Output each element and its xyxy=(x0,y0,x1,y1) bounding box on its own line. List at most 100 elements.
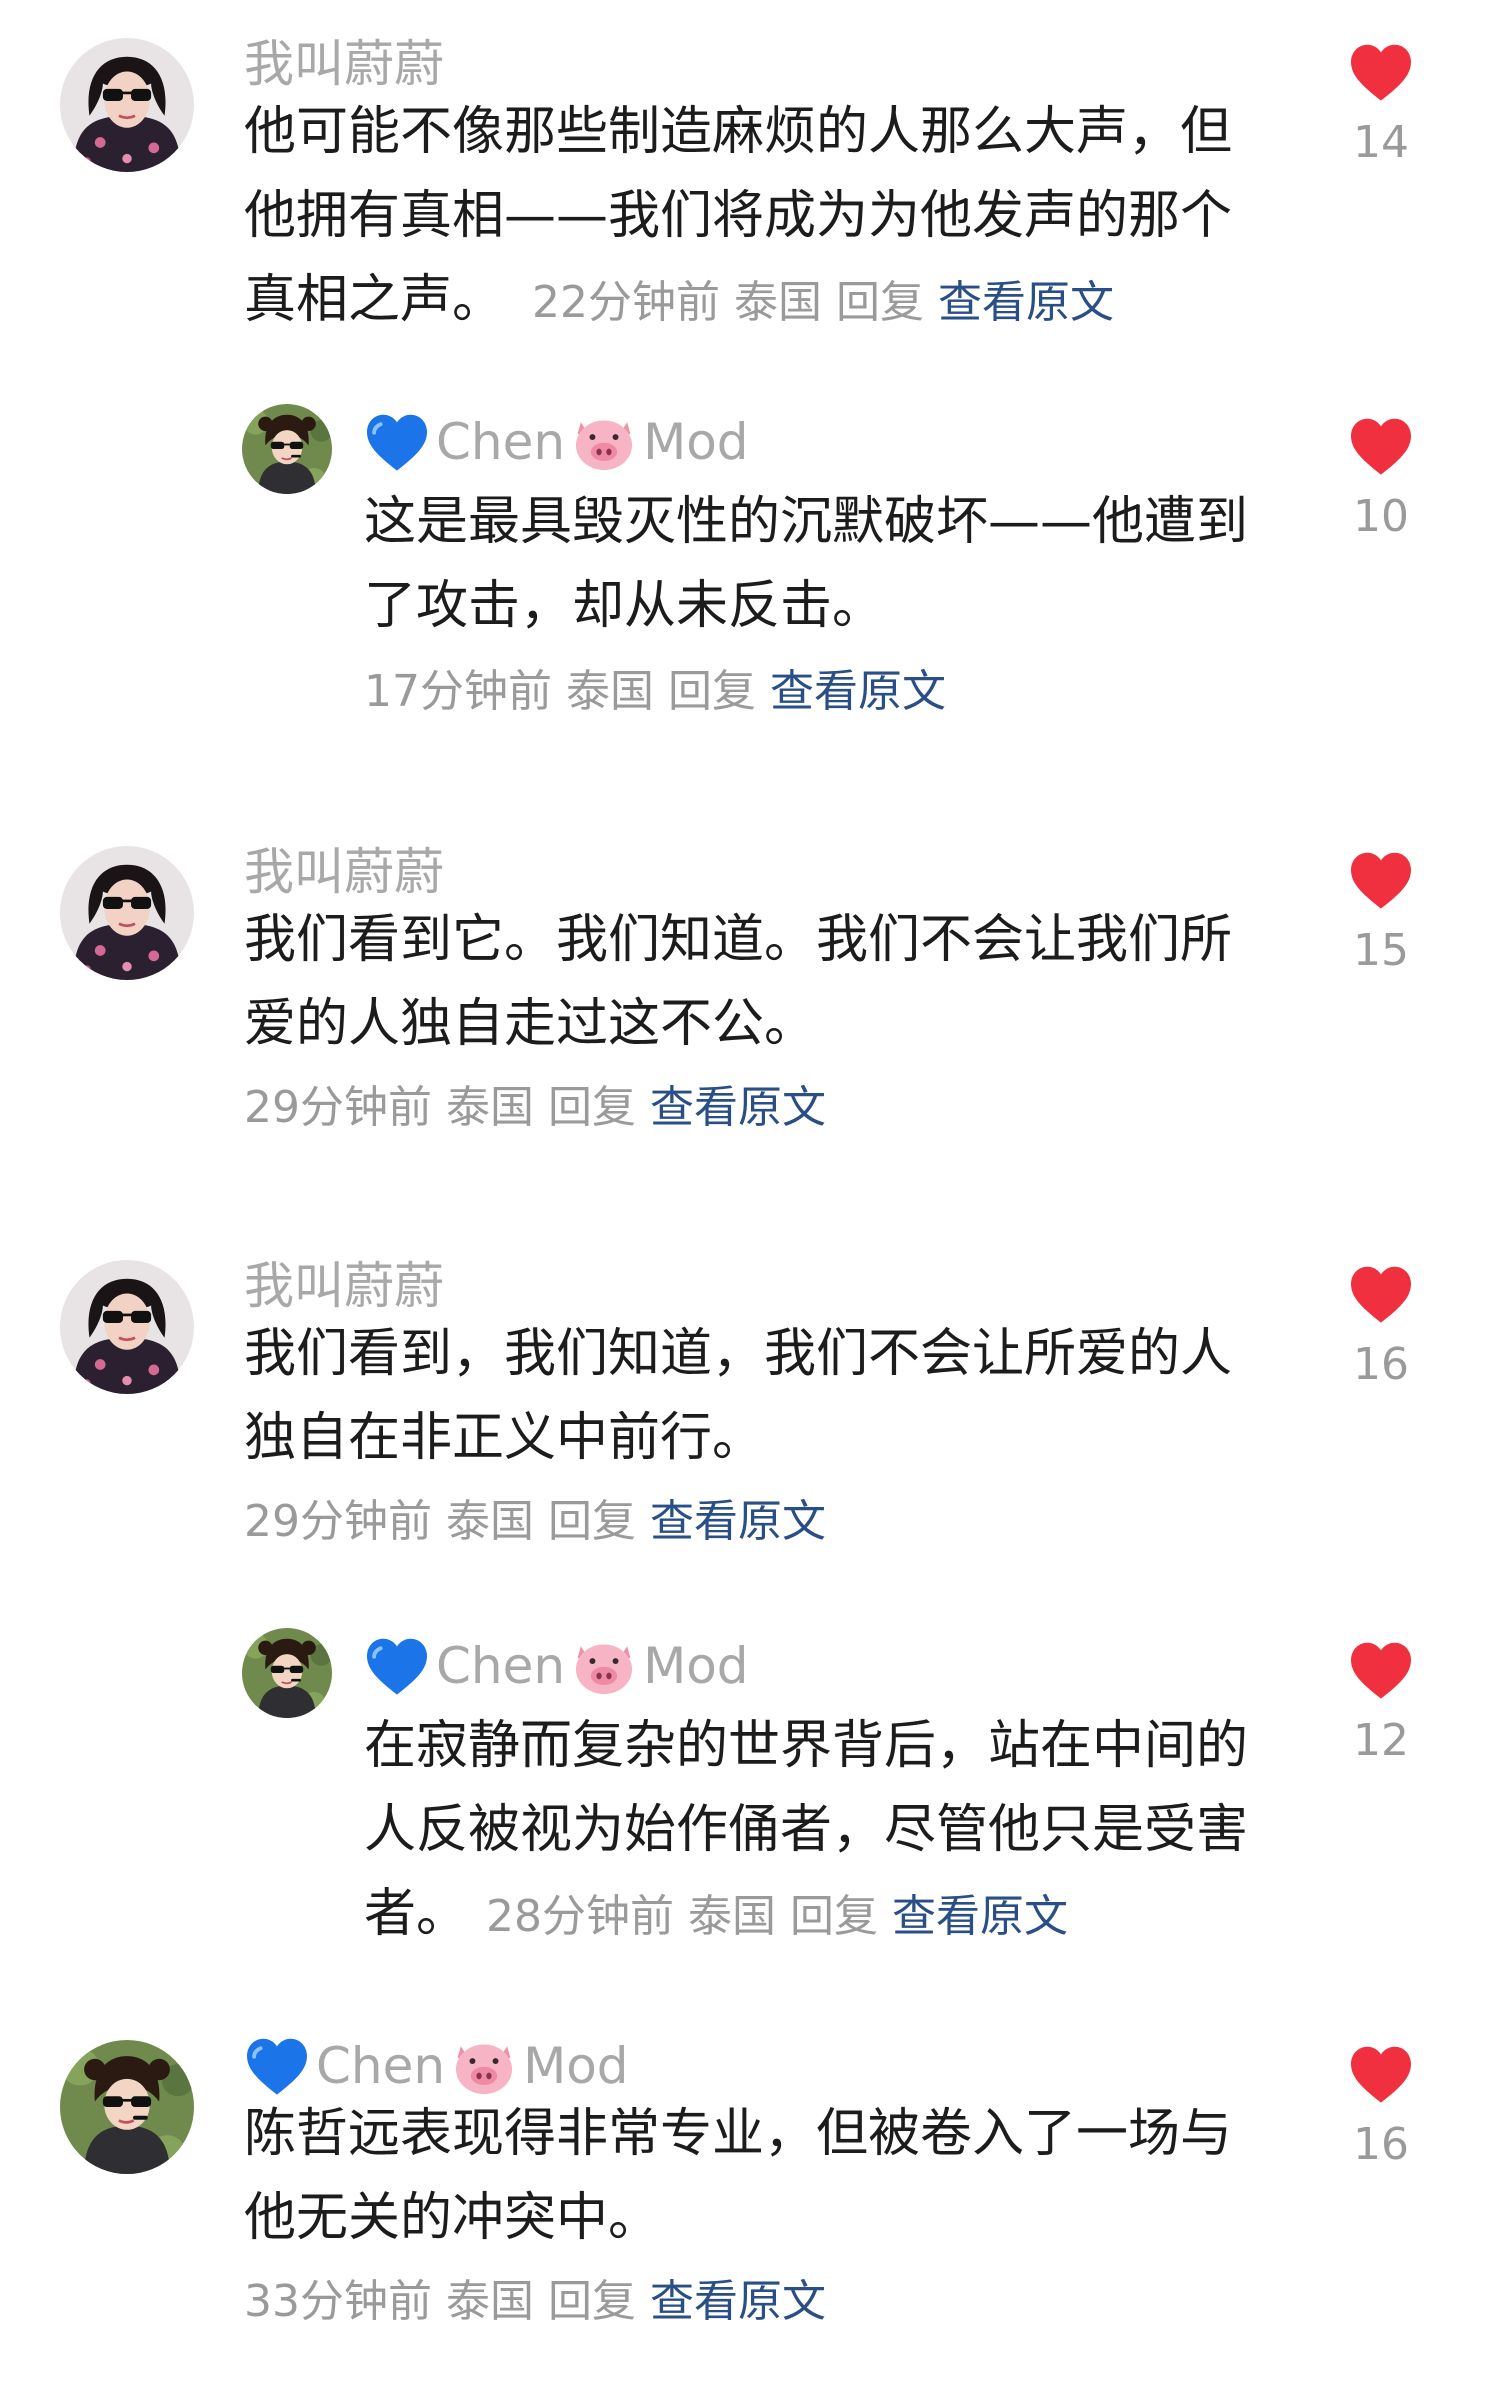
comment-meta: 17分钟前 泰国 回复 查看原文 xyxy=(364,650,960,734)
pig-icon xyxy=(451,2036,517,2096)
author-name[interactable]: 我叫蔚蔚 xyxy=(244,1256,444,1316)
like-count: 12 xyxy=(1353,1715,1409,1766)
user-avatar-icon xyxy=(242,1628,332,1718)
comment-location: 泰国 xyxy=(446,2276,534,2327)
author-name[interactable]: Chen Mod xyxy=(364,412,749,472)
comment-text: 陈哲远表现得非常专业，但被卷入了一场与 他无关的冲突中。 xyxy=(244,2092,1232,2260)
comment-line: 人反被视为始作俑者，尽管他只是受害 xyxy=(364,1800,1249,1860)
view-original-link[interactable]: 查看原文 xyxy=(650,1496,826,1547)
comment-time: 22分钟前 xyxy=(532,277,721,328)
view-original-link[interactable]: 查看原文 xyxy=(892,1891,1068,1942)
reply-button[interactable]: 回复 xyxy=(548,2276,636,2327)
comment-line: 陈哲远表现得非常专业，但被卷入了一场与 xyxy=(244,2104,1233,2164)
avatar[interactable] xyxy=(60,1260,194,1394)
comment-time: 28分钟前 xyxy=(486,1891,675,1942)
comment-time: 17分钟前 xyxy=(364,666,552,717)
view-original-link[interactable]: 查看原文 xyxy=(938,277,1114,328)
author-name[interactable]: Chen Mod xyxy=(364,1636,749,1696)
comment-location: 泰国 xyxy=(688,1891,777,1942)
user-avatar-icon xyxy=(60,38,194,172)
avatar[interactable] xyxy=(60,846,194,980)
comment-location: 泰国 xyxy=(566,666,654,717)
comment-line: 这是最具毁灭性的沉默破坏——他遭到 xyxy=(364,492,1249,552)
like-button[interactable]: 12 xyxy=(1340,1640,1422,1766)
comment-line: 我们看到它。我们知道。我们不会让我们所 xyxy=(244,910,1233,970)
like-count: 15 xyxy=(1353,925,1409,976)
comment-text: 在寂静而复杂的世界背后，站在中间的 人反被视为始作俑者，尽管他只是受害 者。 28… xyxy=(364,1704,1248,1956)
pig-icon xyxy=(571,1636,637,1696)
like-count: 14 xyxy=(1353,117,1409,168)
like-count: 16 xyxy=(1353,2119,1409,2170)
author-name-text: Chen xyxy=(316,2037,446,2095)
author-name-text: Chen xyxy=(436,413,566,471)
like-button[interactable]: 15 xyxy=(1340,850,1422,976)
user-avatar-icon xyxy=(60,1260,194,1394)
comment-location: 泰国 xyxy=(446,1082,534,1133)
view-original-link[interactable]: 查看原文 xyxy=(650,2276,826,2327)
comment-location: 泰国 xyxy=(734,277,823,328)
comment-line: 真相之声。 22分钟前 泰国 回复 查看原文 xyxy=(244,258,1232,342)
like-count: 16 xyxy=(1353,1339,1409,1390)
comment-line: 了攻击，却从未反击。 xyxy=(364,576,885,636)
blue-heart-icon xyxy=(364,412,430,472)
heart-icon xyxy=(1348,850,1414,910)
view-original-link[interactable]: 查看原文 xyxy=(650,1082,826,1133)
reply-button[interactable]: 回复 xyxy=(668,666,756,717)
pig-icon xyxy=(571,412,637,472)
view-original-link[interactable]: 查看原文 xyxy=(770,666,946,717)
comment-line: 在寂静而复杂的世界背后，站在中间的 xyxy=(364,1716,1249,1776)
heart-icon xyxy=(1348,1640,1414,1700)
like-button[interactable]: 16 xyxy=(1340,1264,1422,1390)
comment-meta: 33分钟前 泰国 回复 查看原文 xyxy=(244,2260,840,2344)
avatar[interactable] xyxy=(242,404,332,494)
comment-line-text: 真相之声。 xyxy=(244,270,505,330)
comment-line-text: 者。 xyxy=(364,1884,469,1944)
comment-text: 我们看到，我们知道，我们不会让所爱的人 独自在非正义中前行。 xyxy=(244,1312,1232,1480)
heart-icon xyxy=(1348,2044,1414,2104)
like-count: 10 xyxy=(1353,491,1409,542)
heart-icon xyxy=(1348,1264,1414,1324)
comment-line: 他可能不像那些制造麻烦的人那么大声，但 xyxy=(244,102,1233,162)
avatar[interactable] xyxy=(242,1628,332,1718)
blue-heart-icon xyxy=(364,1636,430,1696)
comment-meta: 29分钟前 泰国 回复 查看原文 xyxy=(244,1066,840,1150)
reply-button[interactable]: 回复 xyxy=(548,1496,636,1547)
moderator-label: Mod xyxy=(523,2037,629,2095)
user-avatar-icon xyxy=(60,2040,194,2174)
comment-meta: 22分钟前 泰国 回复 查看原文 xyxy=(532,277,1128,328)
comment-text: 我们看到它。我们知道。我们不会让我们所 爱的人独自走过这不公。 xyxy=(244,898,1232,1066)
avatar[interactable] xyxy=(60,2040,194,2174)
reply-button[interactable]: 回复 xyxy=(836,277,924,328)
author-name[interactable]: 我叫蔚蔚 xyxy=(244,842,444,902)
comment-line: 爱的人独自走过这不公。 xyxy=(244,994,817,1054)
comment-line: 他拥有真相——我们将成为为他发声的那个 xyxy=(244,186,1233,246)
reply-button[interactable]: 回复 xyxy=(790,1891,878,1942)
like-button[interactable]: 14 xyxy=(1340,42,1422,168)
comment-location: 泰国 xyxy=(446,1496,534,1547)
author-name-text: Chen xyxy=(436,1637,566,1695)
heart-icon xyxy=(1348,42,1414,102)
author-name[interactable]: 我叫蔚蔚 xyxy=(244,34,444,94)
moderator-label: Mod xyxy=(643,413,749,471)
comment-line: 我们看到，我们知道，我们不会让所爱的人 xyxy=(244,1324,1233,1384)
moderator-label: Mod xyxy=(643,1637,749,1695)
blue-heart-icon xyxy=(244,2036,310,2096)
comment-line: 独自在非正义中前行。 xyxy=(244,1408,765,1468)
comment-time: 29分钟前 xyxy=(244,1082,432,1133)
reply-button[interactable]: 回复 xyxy=(548,1082,636,1133)
like-button[interactable]: 10 xyxy=(1340,416,1422,542)
comment-meta: 28分钟前 泰国 回复 查看原文 xyxy=(486,1891,1082,1942)
comment-item: 我叫蔚蔚 他可能不像那些制造麻烦的人那么大声，但 他拥有真相——我们将成为为他发… xyxy=(0,35,1500,330)
comment-text: 这是最具毁灭性的沉默破坏——他遭到 了攻击，却从未反击。 xyxy=(364,480,1248,648)
user-avatar-icon xyxy=(60,846,194,980)
heart-icon xyxy=(1348,416,1414,476)
comment-line: 他无关的冲突中。 xyxy=(244,2188,661,2248)
like-button[interactable]: 16 xyxy=(1340,2044,1422,2170)
comment-time: 33分钟前 xyxy=(244,2276,432,2327)
comment-time: 29分钟前 xyxy=(244,1496,432,1547)
comment-line: 者。 28分钟前 泰国 回复 查看原文 xyxy=(364,1872,1248,1956)
author-name[interactable]: Chen Mod xyxy=(244,2036,629,2096)
avatar[interactable] xyxy=(60,38,194,172)
comment-text: 他可能不像那些制造麻烦的人那么大声，但 他拥有真相——我们将成为为他发声的那个 … xyxy=(244,90,1232,342)
user-avatar-icon xyxy=(242,404,332,494)
